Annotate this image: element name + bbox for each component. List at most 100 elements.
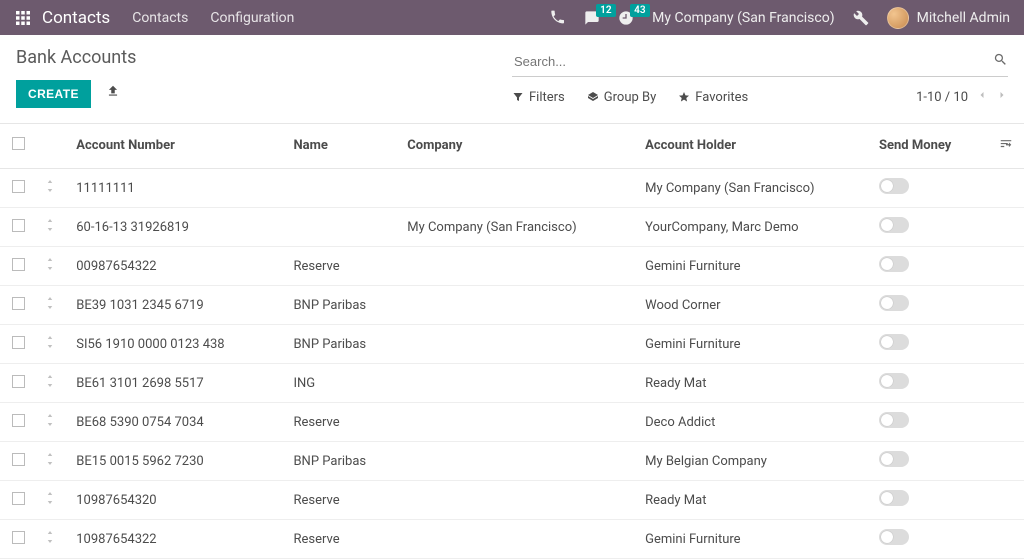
table-row[interactable]: 11111111My Company (San Francisco): [0, 169, 1024, 208]
bank-accounts-table: Account Number Name Company Account Hold…: [0, 124, 1024, 559]
cell-name: Reserve: [285, 403, 399, 442]
filters-button[interactable]: Filters: [512, 90, 565, 105]
row-checkbox[interactable]: [12, 492, 25, 505]
cell-company: [399, 325, 637, 364]
table-row[interactable]: 60-16-13 31926819My Company (San Francis…: [0, 208, 1024, 247]
activities-icon[interactable]: 43: [618, 10, 634, 26]
cell-account-holder: Gemini Furniture: [637, 520, 875, 559]
pager-next[interactable]: [996, 89, 1008, 105]
row-checkbox[interactable]: [12, 258, 25, 271]
cell-account-number: 11111111: [68, 169, 285, 208]
send-money-toggle[interactable]: [879, 529, 909, 545]
cell-account-number: 10987654320: [68, 481, 285, 520]
send-money-toggle[interactable]: [879, 412, 909, 428]
cell-company: [399, 442, 637, 481]
table-row[interactable]: SI56 1910 0000 0123 438BNP ParibasGemini…: [0, 325, 1024, 364]
drag-handle-icon[interactable]: [45, 376, 55, 391]
search-input[interactable]: [512, 50, 993, 73]
cell-company: [399, 286, 637, 325]
groupby-button[interactable]: Group By: [587, 90, 657, 105]
company-switcher[interactable]: My Company (San Francisco): [652, 10, 834, 26]
table-row[interactable]: 00987654322ReserveGemini Furniture: [0, 247, 1024, 286]
table-row[interactable]: BE15 0015 5962 7230BNP Paribas My Belgian…: [0, 442, 1024, 481]
row-checkbox[interactable]: [12, 180, 25, 193]
cell-company: [399, 169, 637, 208]
cell-account-number: BE15 0015 5962 7230: [68, 442, 285, 481]
cell-account-number: 00987654322: [68, 247, 285, 286]
cell-account-holder: Ready Mat: [637, 481, 875, 520]
drag-handle-icon[interactable]: [45, 415, 55, 430]
send-money-toggle[interactable]: [879, 373, 909, 389]
drag-handle-icon[interactable]: [45, 220, 55, 235]
row-checkbox[interactable]: [12, 336, 25, 349]
cell-company: [399, 481, 637, 520]
app-brand[interactable]: Contacts: [42, 8, 110, 28]
send-money-toggle[interactable]: [879, 256, 909, 272]
cell-account-holder: My Belgian Company: [637, 442, 875, 481]
cell-send-money: [875, 325, 989, 364]
drag-handle-icon[interactable]: [45, 298, 55, 313]
row-checkbox[interactable]: [12, 297, 25, 310]
cell-send-money: [875, 520, 989, 559]
cell-name: BNP Paribas: [285, 286, 399, 325]
drag-handle-icon[interactable]: [45, 493, 55, 508]
cell-company: [399, 247, 637, 286]
row-checkbox[interactable]: [12, 531, 25, 544]
drag-handle-icon[interactable]: [45, 454, 55, 469]
layers-icon: [587, 91, 599, 103]
col-send-money[interactable]: Send Money: [875, 124, 989, 169]
table-row[interactable]: 10987654320ReserveReady Mat: [0, 481, 1024, 520]
control-panel: Bank Accounts CREATE Filters Group By Fa…: [0, 35, 1024, 123]
cell-account-holder: Deco Addict: [637, 403, 875, 442]
cell-account-number: 60-16-13 31926819: [68, 208, 285, 247]
row-checkbox[interactable]: [12, 375, 25, 388]
drag-handle-icon[interactable]: [45, 337, 55, 352]
col-company[interactable]: Company: [399, 124, 637, 169]
apps-icon[interactable]: [14, 11, 32, 25]
send-money-toggle[interactable]: [879, 217, 909, 233]
create-button[interactable]: CREATE: [16, 80, 91, 108]
row-checkbox[interactable]: [12, 414, 25, 427]
drag-handle-icon[interactable]: [45, 259, 55, 274]
cell-send-money: [875, 481, 989, 520]
col-account-holder[interactable]: Account Holder: [637, 124, 875, 169]
table-row[interactable]: BE39 1031 2345 6719BNP Paribas Wood Corne…: [0, 286, 1024, 325]
user-menu[interactable]: Mitchell Admin: [887, 7, 1010, 29]
cell-account-number: BE61 3101 2698 5517: [68, 364, 285, 403]
row-checkbox[interactable]: [12, 453, 25, 466]
row-checkbox[interactable]: [12, 219, 25, 232]
cell-company: [399, 403, 637, 442]
send-money-toggle[interactable]: [879, 490, 909, 506]
drag-handle-icon[interactable]: [45, 532, 55, 547]
cell-company: [399, 364, 637, 403]
send-money-toggle[interactable]: [879, 295, 909, 311]
select-all-checkbox[interactable]: [12, 137, 25, 150]
favorites-button[interactable]: Favorites: [678, 90, 748, 105]
cell-account-holder: Wood Corner: [637, 286, 875, 325]
activities-badge: 43: [630, 4, 649, 17]
cell-account-holder: Gemini Furniture: [637, 325, 875, 364]
cell-account-number: BE39 1031 2345 6719: [68, 286, 285, 325]
voip-icon[interactable]: [550, 10, 566, 26]
table-row[interactable]: BE61 3101 2698 5517INGReady Mat: [0, 364, 1024, 403]
cell-name: ING: [285, 364, 399, 403]
debug-icon[interactable]: [853, 10, 869, 26]
pager-range[interactable]: 1-10 / 10: [916, 90, 968, 105]
optional-columns-icon[interactable]: [999, 139, 1013, 154]
table-row[interactable]: BE68 5390 0754 7034ReserveDeco Addict: [0, 403, 1024, 442]
drag-handle-icon[interactable]: [45, 181, 55, 196]
send-money-toggle[interactable]: [879, 451, 909, 467]
col-account-number[interactable]: Account Number: [68, 124, 285, 169]
send-money-toggle[interactable]: [879, 334, 909, 350]
import-button[interactable]: [106, 84, 120, 101]
table-row[interactable]: 10987654322ReserveGemini Furniture: [0, 520, 1024, 559]
send-money-toggle[interactable]: [879, 178, 909, 194]
breadcrumb: Bank Accounts: [16, 47, 512, 68]
col-name[interactable]: Name: [285, 124, 399, 169]
cell-name: BNP Paribas: [285, 442, 399, 481]
search-icon[interactable]: [993, 52, 1008, 71]
nav-configuration[interactable]: Configuration: [210, 10, 294, 26]
messages-icon[interactable]: 12: [584, 10, 600, 26]
pager-prev[interactable]: [976, 89, 988, 105]
nav-contacts[interactable]: Contacts: [132, 10, 188, 26]
